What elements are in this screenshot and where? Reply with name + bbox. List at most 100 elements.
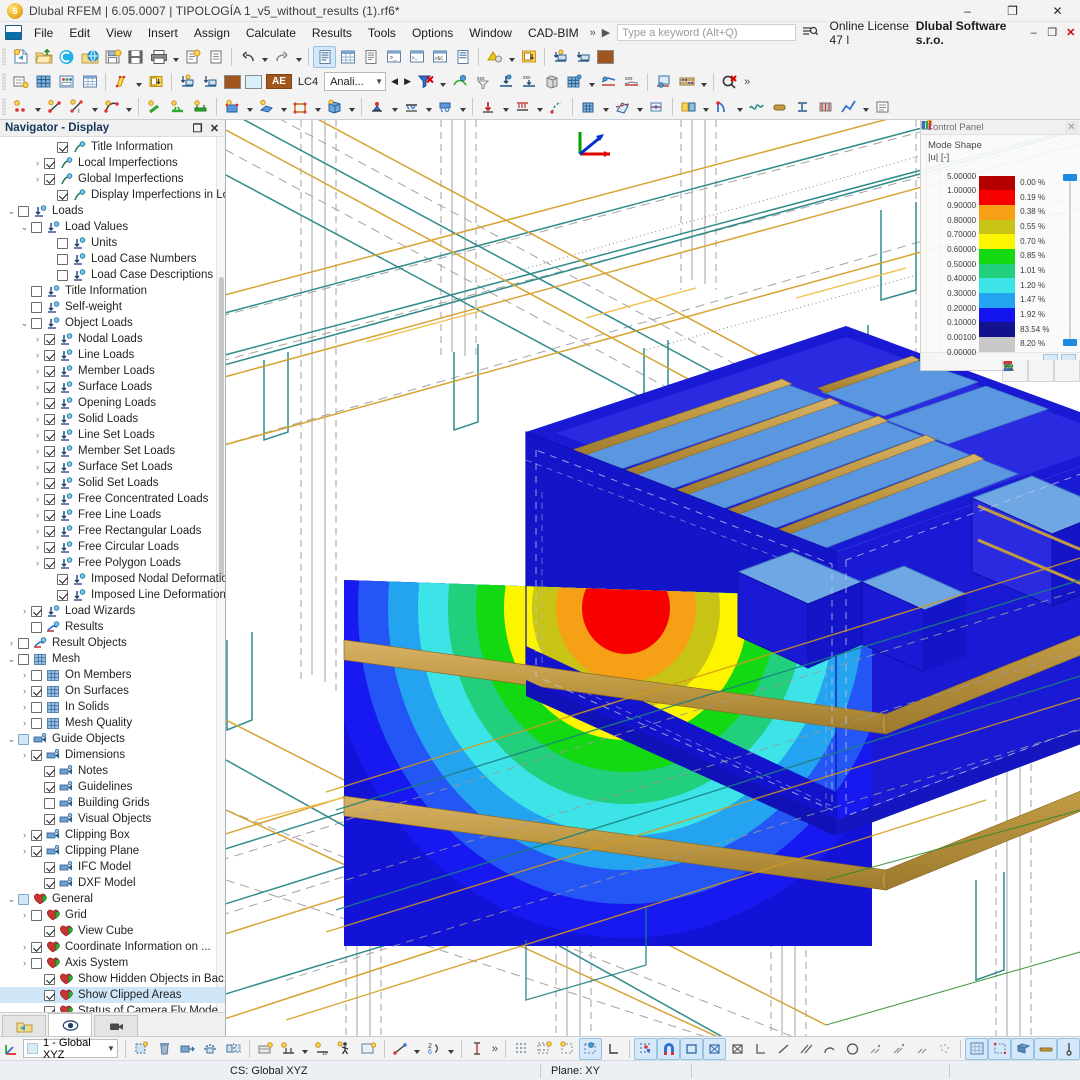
tree-checkbox[interactable] [44, 862, 55, 873]
tree-item-global-imperfections[interactable]: ›Global Imperfections [0, 171, 225, 187]
arc-icon[interactable] [100, 96, 123, 118]
x-snap-icon[interactable] [726, 1038, 749, 1060]
legend-color-band[interactable] [979, 190, 1015, 205]
tree-item-show-clipped-areas[interactable]: Show Clipped Areas [0, 987, 225, 1003]
tree-checkbox[interactable] [44, 366, 55, 377]
toolbar-grip[interactable] [2, 98, 6, 115]
toolbar-overflow-button[interactable]: » [741, 76, 753, 88]
tree-expander-icon[interactable]: › [18, 907, 31, 923]
tree-checkbox[interactable] [44, 1006, 55, 1013]
extend-snap-icon[interactable] [910, 1038, 933, 1060]
tree-expander-icon[interactable]: › [18, 667, 31, 683]
concrete-design-icon[interactable] [814, 96, 837, 118]
node-dropdown-arrow-icon[interactable] [32, 96, 43, 118]
tree-expander-icon[interactable]: › [31, 363, 44, 379]
nodal-support-dropdown-arrow-icon[interactable] [389, 96, 400, 118]
tree-checkbox[interactable] [31, 958, 42, 969]
tree-checkbox[interactable] [44, 398, 55, 409]
abacus-icon[interactable] [675, 71, 698, 93]
legend-color-band[interactable] [979, 205, 1015, 220]
filter-tab-icon[interactable] [1054, 360, 1080, 382]
tree-expander-icon[interactable]: › [31, 491, 44, 507]
tree-checkbox[interactable] [31, 702, 42, 713]
save-as-icon[interactable] [101, 46, 124, 68]
tree-item-solid-set-loads[interactable]: ›Solid Set Loads [0, 475, 225, 491]
new-model-icon[interactable] [9, 46, 32, 68]
section-cut-dropdown-arrow-icon[interactable] [634, 96, 645, 118]
surface-load-dropdown-arrow-icon[interactable] [278, 96, 289, 118]
panel-list-icon[interactable] [451, 46, 474, 68]
arc-dropdown-arrow-icon[interactable] [123, 96, 134, 118]
line-load-icon[interactable] [511, 96, 534, 118]
node-snap-dropdown-arrow-icon[interactable] [412, 1038, 423, 1060]
tree-checkbox[interactable] [44, 334, 55, 345]
tree-expander-icon[interactable]: › [18, 955, 31, 971]
nodal-load-icon[interactable] [477, 96, 500, 118]
legend-color-band[interactable] [979, 293, 1015, 308]
line-display-icon[interactable] [1034, 1038, 1057, 1060]
open-web-icon[interactable] [78, 46, 101, 68]
tree-expander-icon[interactable] [31, 795, 44, 811]
tree-item-nodal-loads[interactable]: ›Nodal Loads [0, 331, 225, 347]
tree-item-general[interactable]: ⌄General [0, 891, 225, 907]
object-snap-icon[interactable] [579, 1038, 602, 1060]
search-list-icon[interactable] [802, 25, 818, 41]
active-color-swatch[interactable] [597, 50, 614, 64]
view-settings-icon[interactable] [517, 46, 540, 68]
color-swatch-light[interactable] [245, 75, 262, 89]
tree-expander-icon[interactable]: ⌄ [18, 219, 31, 235]
section-dropdown-arrow-icon[interactable] [133, 71, 144, 93]
tree-item-on-surfaces[interactable]: ›On Surfaces [0, 683, 225, 699]
tree-checkbox[interactable] [44, 782, 55, 793]
navigator-undock-button[interactable]: ❐ [190, 121, 205, 136]
tree-checkbox[interactable] [31, 910, 42, 921]
stability-dropdown-arrow-icon[interactable] [734, 96, 745, 118]
line-dim-icon[interactable]: I [66, 96, 89, 118]
new-report-icon[interactable] [181, 46, 204, 68]
console-icon[interactable]: >_ [382, 46, 405, 68]
tree-item-free-line-loads[interactable]: ›Free Line Loads [0, 507, 225, 523]
tree-item-ifc-model[interactable]: IFC Model [0, 859, 225, 875]
section-properties-icon[interactable] [110, 71, 133, 93]
dynamic-analysis-icon[interactable] [745, 96, 768, 118]
imperfection-icon[interactable] [545, 96, 568, 118]
node-snap-icon[interactable] [389, 1038, 412, 1060]
tree-expander-icon[interactable]: › [18, 715, 31, 731]
legend-color-band[interactable] [979, 264, 1015, 279]
tree-item-grid[interactable]: ›Grid [0, 907, 225, 923]
tree-expander-icon[interactable] [31, 875, 44, 891]
tree-checkbox[interactable] [44, 990, 55, 1001]
tree-expander-icon[interactable]: ⌄ [5, 891, 18, 907]
member-set-icon[interactable] [166, 96, 189, 118]
tree-expander-icon[interactable] [18, 299, 31, 315]
measure-icon[interactable] [1057, 1038, 1080, 1060]
tree-item-load-wizards[interactable]: ›Load Wizards [0, 603, 225, 619]
tree-expander-icon[interactable]: › [18, 827, 31, 843]
report-panel-icon[interactable] [359, 46, 382, 68]
factors-tab-icon[interactable] [1028, 360, 1054, 382]
tree-item-imposed-line-deformations[interactable]: Imposed Line Deformations [0, 587, 225, 603]
corner-snap-icon[interactable] [749, 1038, 772, 1060]
surface-support-dropdown-arrow-icon[interactable] [457, 96, 468, 118]
tree-item-imposed-nodal-deformations[interactable]: Imposed Nodal Deformations [0, 571, 225, 587]
tree-item-local-imperfections[interactable]: ›Local Imperfections [0, 155, 225, 171]
tree-expander-icon[interactable]: › [18, 747, 31, 763]
tree-item-line-loads[interactable]: ›Line Loads [0, 347, 225, 363]
tree-expander-icon[interactable]: › [18, 699, 31, 715]
menu-edit[interactable]: Edit [61, 23, 98, 43]
rect-snap-icon[interactable] [680, 1038, 703, 1060]
ortho-icon[interactable] [602, 1038, 625, 1060]
tree-item-units[interactable]: Units [0, 235, 225, 251]
tree-expander-icon[interactable] [44, 187, 57, 203]
tree-checkbox[interactable] [31, 606, 42, 617]
mesh-refine-dropdown-arrow-icon[interactable] [600, 96, 611, 118]
menu-window[interactable]: Window [461, 23, 520, 43]
tree-item-building-grids[interactable]: Building Grids [0, 795, 225, 811]
tree-expander-icon[interactable]: › [31, 427, 44, 443]
load-wizard-icon[interactable] [144, 71, 167, 93]
grid-point-icon[interactable] [533, 1038, 556, 1060]
tree-checkbox[interactable] [31, 318, 42, 329]
zoom-reset-icon[interactable] [718, 71, 741, 93]
abacus-dropdown-arrow-icon[interactable] [698, 71, 709, 93]
tree-item-guidelines[interactable]: Guidelines [0, 779, 225, 795]
